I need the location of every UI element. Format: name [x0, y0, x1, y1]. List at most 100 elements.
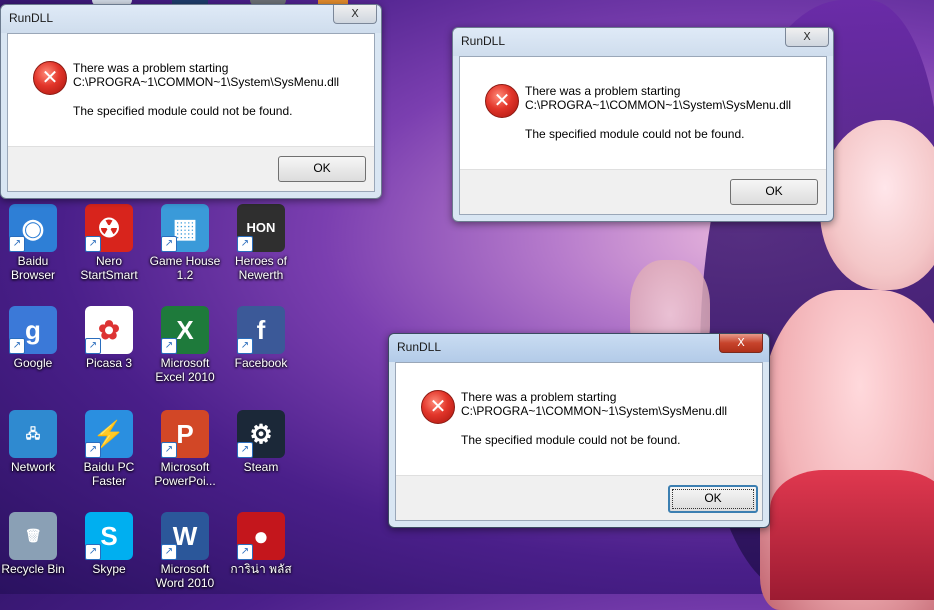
ok-button[interactable]: OK	[278, 156, 366, 182]
error-message: There was a problem starting C:\PROGRA~1…	[73, 61, 339, 89]
shortcut-arrow-icon: ↗	[9, 338, 25, 354]
shortcut-arrow-icon: ↗	[85, 338, 101, 354]
desktop-shortcut-label: Skype	[92, 562, 126, 576]
close-icon: X	[737, 336, 745, 349]
error-detail: The specified module could not be found.	[525, 127, 745, 141]
shortcut-arrow-icon: ↗	[161, 544, 177, 560]
nero-icon: ☢ ↗	[85, 204, 133, 252]
dialog-footer: OK	[460, 169, 826, 214]
desktop-shortcut-label: Heroes of Newerth	[234, 254, 288, 282]
desktop-shortcut[interactable]: P ↗ Microsoft PowerPoi...	[147, 410, 223, 488]
desktop-shortcut-label: Microsoft PowerPoi...	[154, 460, 216, 488]
desktop-shortcut-label: Recycle Bin	[1, 562, 65, 576]
desktop-shortcut[interactable]: X ↗ Microsoft Excel 2010	[147, 306, 223, 384]
wallpaper-dress	[770, 470, 934, 600]
rundll-dialog-3-active: RunDLL X ✕ There was a problem starting …	[388, 333, 770, 528]
close-icon: X	[803, 30, 811, 43]
close-button[interactable]: X	[785, 28, 829, 47]
desktop-shortcut[interactable]: ☢ ↗ Nero StartSmart	[71, 204, 147, 282]
desktop-shortcut[interactable]: ✿ ↗ Picasa 3	[71, 306, 147, 370]
icon-glyph: 🗑	[24, 528, 42, 543]
excel-icon: X ↗	[161, 306, 209, 354]
error-message: There was a problem starting C:\PROGRA~1…	[461, 390, 727, 418]
message-line-2: C:\PROGRA~1\COMMON~1\System\SysMenu.dll	[525, 98, 792, 112]
message-line-1: There was a problem starting	[525, 84, 681, 98]
desktop-shortcut-label: Network	[10, 460, 55, 474]
desktop-shortcut-label: Google	[13, 356, 53, 370]
garena-plus-icon: ● ↗	[237, 512, 285, 560]
dialog-titlebar[interactable]: RunDLL	[453, 28, 833, 56]
shortcut-arrow-icon: ↗	[237, 236, 253, 252]
shortcut-arrow-icon: ↗	[237, 544, 253, 560]
shortcut-arrow-icon: ↗	[9, 236, 25, 252]
shortcut-arrow-icon: ↗	[85, 236, 101, 252]
close-button[interactable]: X	[719, 334, 763, 353]
desktop-shortcut[interactable]: ● ↗ การิน่า พลัส	[223, 512, 299, 576]
error-detail: The specified module could not be found.	[461, 433, 681, 447]
picasa-icon: ✿ ↗	[85, 306, 133, 354]
desktop-shortcut[interactable]: ⚡ ↗ Baidu PC Faster	[71, 410, 147, 488]
recycle-bin-icon: 🗑	[9, 512, 57, 560]
close-icon: X	[351, 7, 359, 20]
wallpaper-face	[820, 120, 934, 290]
desktop-shortcut[interactable]: W ↗ Microsoft Word 2010	[147, 512, 223, 590]
dialog-client-area: ✕ There was a problem starting C:\PROGRA…	[7, 33, 375, 192]
desktop-shortcut-label: การิน่า พลัส	[230, 562, 292, 576]
desktop-shortcut-label: Microsoft Excel 2010	[155, 356, 215, 384]
dialog-client-area: ✕ There was a problem starting C:\PROGRA…	[459, 56, 827, 215]
desktop-shortcut-label: Baidu Browser	[10, 254, 55, 282]
message-line-1: There was a problem starting	[461, 390, 617, 404]
google-icon: g ↗	[9, 306, 57, 354]
desktop-shortcut-label: Picasa 3	[85, 356, 133, 370]
desktop-shortcut-label: Steam	[243, 460, 279, 474]
message-line-1: There was a problem starting	[73, 61, 229, 75]
steam-icon: ⚙ ↗	[237, 410, 285, 458]
desktop-shortcut[interactable]: f ↗ Facebook	[223, 306, 299, 370]
rundll-dialog-1: RunDLL X ✕ There was a problem starting …	[0, 4, 382, 199]
desktop-shortcut[interactable]: ▦ ↗ Game House 1.2	[147, 204, 223, 282]
dialog-titlebar[interactable]: RunDLL	[389, 334, 769, 362]
error-icon: ✕	[33, 61, 67, 95]
ok-button[interactable]: OK	[730, 179, 818, 205]
dialog-footer: OK	[396, 475, 762, 520]
desktop-shortcut[interactable]: g ↗ Google	[0, 306, 71, 370]
hon-icon: HON ↗	[237, 204, 285, 252]
close-button[interactable]: X	[333, 5, 377, 24]
desktop-shortcut-label: Baidu PC Faster	[83, 460, 135, 488]
facebook-icon: f ↗	[237, 306, 285, 354]
shortcut-arrow-icon: ↗	[161, 442, 177, 458]
error-detail: The specified module could not be found.	[73, 104, 293, 118]
dialog-title: RunDLL	[397, 340, 442, 354]
word-icon: W ↗	[161, 512, 209, 560]
desktop-shortcut-label: Nero StartSmart	[80, 254, 138, 282]
message-line-2: C:\PROGRA~1\COMMON~1\System\SysMenu.dll	[461, 404, 728, 418]
message-line-2: C:\PROGRA~1\COMMON~1\System\SysMenu.dll	[73, 75, 340, 89]
rundll-dialog-2: RunDLL X ✕ There was a problem starting …	[452, 27, 834, 222]
ok-button[interactable]: OK	[668, 485, 758, 513]
skype-icon: S ↗	[85, 512, 133, 560]
desktop-shortcut-label: Facebook	[234, 356, 288, 370]
shortcut-arrow-icon: ↗	[85, 442, 101, 458]
shortcut-arrow-icon: ↗	[161, 338, 177, 354]
desktop-shortcut[interactable]: 🗑 Recycle Bin	[0, 512, 71, 576]
error-icon: ✕	[485, 84, 519, 118]
desktop-shortcut-label: Microsoft Word 2010	[155, 562, 215, 590]
desktop-shortcut[interactable]: HON ↗ Heroes of Newerth	[223, 204, 299, 282]
network-icon: 🖧	[9, 410, 57, 458]
desktop-shortcut[interactable]: ⚙ ↗ Steam	[223, 410, 299, 474]
powerpoint-icon: P ↗	[161, 410, 209, 458]
desktop-shortcut[interactable]: S ↗ Skype	[71, 512, 147, 576]
shortcut-arrow-icon: ↗	[161, 236, 177, 252]
dialog-title: RunDLL	[9, 11, 54, 25]
baidu-browser-icon: ◉ ↗	[9, 204, 57, 252]
desktop-shortcut-label: Game House 1.2	[149, 254, 221, 282]
baidu-pc-faster-icon: ⚡ ↗	[85, 410, 133, 458]
error-icon: ✕	[421, 390, 455, 424]
desktop-shortcut[interactable]: ◉ ↗ Baidu Browser	[0, 204, 71, 282]
shortcut-arrow-icon: ↗	[85, 544, 101, 560]
dialog-client-area: ✕ There was a problem starting C:\PROGRA…	[395, 362, 763, 521]
game-house-icon: ▦ ↗	[161, 204, 209, 252]
dialog-title: RunDLL	[461, 34, 506, 48]
desktop-shortcut[interactable]: 🖧 Network	[0, 410, 71, 474]
dialog-titlebar[interactable]: RunDLL	[1, 5, 381, 33]
